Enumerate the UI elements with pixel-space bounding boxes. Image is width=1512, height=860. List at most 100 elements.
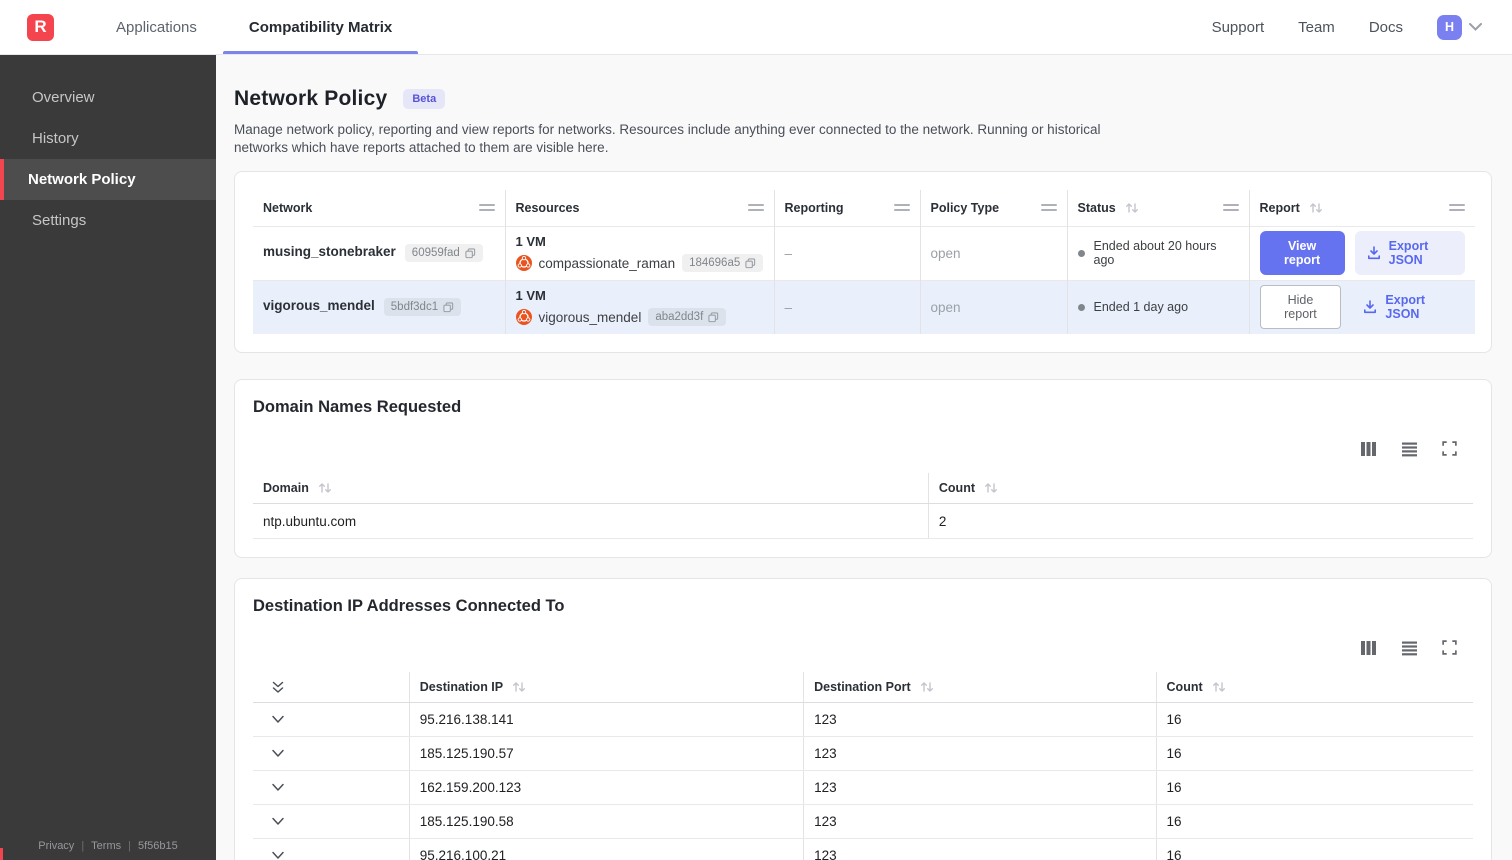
column-header-count[interactable]: Count <box>927 473 1473 503</box>
status-cell: Ended about 20 hours ago <box>1077 239 1239 267</box>
status-text: Ended about 20 hours ago <box>1093 239 1217 267</box>
ips-table: Destination IP Destination Port Count 95… <box>253 672 1473 860</box>
nav-link-team[interactable]: Team <box>1298 19 1335 36</box>
network-row[interactable]: musing_stonebraker 60959fad 1 VM compassi… <box>253 225 1475 280</box>
port-value: 123 <box>803 771 1155 804</box>
column-handle-icon[interactable] <box>893 204 910 212</box>
column-handle-icon[interactable] <box>1449 204 1465 212</box>
expand-row-icon[interactable] <box>269 781 287 794</box>
tab-applications[interactable]: Applications <box>90 0 223 54</box>
column-header-destination-ip[interactable]: Destination IP <box>408 672 803 702</box>
sidebar: Overview History Network Policy Settings… <box>0 55 216 860</box>
vm-id: aba2dd3f <box>655 311 704 324</box>
app-logo[interactable]: R <box>27 13 54 41</box>
avatar[interactable]: H <box>1437 14 1462 40</box>
vm-id-pill: aba2dd3f <box>648 308 727 327</box>
ip-value: 185.125.190.57 <box>408 737 803 770</box>
column-header-network[interactable]: Network <box>253 190 505 226</box>
column-header-report[interactable]: Report <box>1248 190 1475 226</box>
sort-icon[interactable] <box>920 681 934 693</box>
column-header-destination-port[interactable]: Destination Port <box>803 672 1155 702</box>
expand-fullscreen-icon[interactable] <box>1440 638 1459 658</box>
column-handle-icon[interactable] <box>1222 204 1239 212</box>
ip-row: 185.125.190.57 123 16 <box>253 737 1473 771</box>
sort-icon[interactable] <box>1212 681 1226 693</box>
rows-icon[interactable] <box>1399 439 1420 459</box>
sort-icon[interactable] <box>1309 202 1323 214</box>
user-menu[interactable]: H <box>1437 14 1482 40</box>
column-handle-icon[interactable] <box>1040 204 1057 212</box>
vm-count: 1 VM <box>515 288 546 304</box>
export-json-button[interactable]: Export JSON <box>1351 285 1465 329</box>
network-id: 5bdf3dc1 <box>390 301 439 314</box>
port-value: 123 <box>803 805 1155 838</box>
column-header-count[interactable]: Count <box>1155 672 1473 702</box>
copy-icon[interactable] <box>708 312 719 323</box>
sort-icon[interactable] <box>984 482 998 494</box>
privacy-link[interactable]: Privacy <box>38 840 74 852</box>
download-icon <box>1363 300 1377 314</box>
sidebar-item-settings[interactable]: Settings <box>0 200 216 241</box>
expand-fullscreen-icon[interactable] <box>1440 439 1459 459</box>
columns-icon[interactable] <box>1358 439 1379 459</box>
ip-value: 95.216.100.21 <box>408 839 803 860</box>
count-value: 16 <box>1155 737 1473 770</box>
column-label: Network <box>263 200 313 215</box>
expand-row-icon[interactable] <box>269 815 287 828</box>
sort-icon[interactable] <box>1125 202 1139 214</box>
vm-id: 184696a5 <box>689 257 741 269</box>
column-label: Resources <box>515 200 580 215</box>
copy-icon[interactable] <box>745 257 756 269</box>
column-header-status[interactable]: Status <box>1066 190 1249 226</box>
column-label: Status <box>1077 200 1116 215</box>
terms-link[interactable]: Terms <box>91 840 121 852</box>
expand-all-icon[interactable] <box>269 679 287 696</box>
sort-icon[interactable] <box>318 482 332 494</box>
column-label: Policy Type <box>930 200 1000 215</box>
expand-row-icon[interactable] <box>269 713 287 726</box>
vm-name: compassionate_raman <box>538 255 676 271</box>
column-header-policy-type[interactable]: Policy Type <box>919 190 1067 226</box>
tab-compatibility-matrix[interactable]: Compatibility Matrix <box>222 0 419 54</box>
columns-icon[interactable] <box>1358 638 1379 658</box>
ubuntu-icon <box>515 309 532 326</box>
vm-id-pill: 184696a5 <box>682 254 764 272</box>
column-header-domain[interactable]: Domain <box>253 473 928 503</box>
view-report-button[interactable]: View report <box>1259 231 1345 275</box>
rows-icon[interactable] <box>1399 638 1420 658</box>
nav-tabs: Applications Compatibility Matrix <box>90 0 419 54</box>
sidebar-footer: Privacy | Terms | 5f56b15 <box>0 840 216 852</box>
domain-row: ntp.ubuntu.com 2 <box>253 504 1473 539</box>
expand-row-icon[interactable] <box>269 747 287 760</box>
expand-row-icon[interactable] <box>269 849 287 860</box>
chevron-down-icon[interactable] <box>1469 23 1482 31</box>
expand-all-header <box>253 672 409 702</box>
column-handle-icon[interactable] <box>478 204 495 212</box>
nav-link-docs[interactable]: Docs <box>1369 19 1403 36</box>
column-header-reporting[interactable]: Reporting <box>773 190 920 226</box>
reporting-value: – <box>773 279 920 334</box>
nav-link-support[interactable]: Support <box>1212 19 1265 36</box>
sort-icon[interactable] <box>512 681 526 693</box>
footer-divider: | <box>128 840 131 852</box>
count-value: 2 <box>927 504 1473 538</box>
hide-report-button[interactable]: Hide report <box>1259 285 1342 330</box>
top-navigation: R Applications Compatibility Matrix Supp… <box>0 0 1512 55</box>
port-value: 123 <box>803 737 1155 770</box>
sidebar-item-network-policy[interactable]: Network Policy <box>0 159 216 200</box>
export-json-button[interactable]: Export JSON <box>1354 231 1465 275</box>
sidebar-item-overview[interactable]: Overview <box>0 77 216 118</box>
sidebar-item-history[interactable]: History <box>0 118 216 159</box>
copy-icon[interactable] <box>443 302 454 313</box>
column-header-resources[interactable]: Resources <box>504 190 774 226</box>
ip-value: 185.125.190.58 <box>408 805 803 838</box>
network-row[interactable]: vigorous_mendel 5bdf3dc1 1 VM vigorous_me… <box>253 279 1475 334</box>
copy-icon[interactable] <box>465 247 476 259</box>
count-value: 16 <box>1155 771 1473 804</box>
reporting-value: – <box>773 225 920 280</box>
page-header: Network Policy Beta <box>234 87 1492 111</box>
port-value: 123 <box>803 703 1155 736</box>
ip-value: 162.159.200.123 <box>408 771 803 804</box>
status-cell: Ended 1 day ago <box>1077 300 1239 314</box>
column-handle-icon[interactable] <box>747 204 764 212</box>
